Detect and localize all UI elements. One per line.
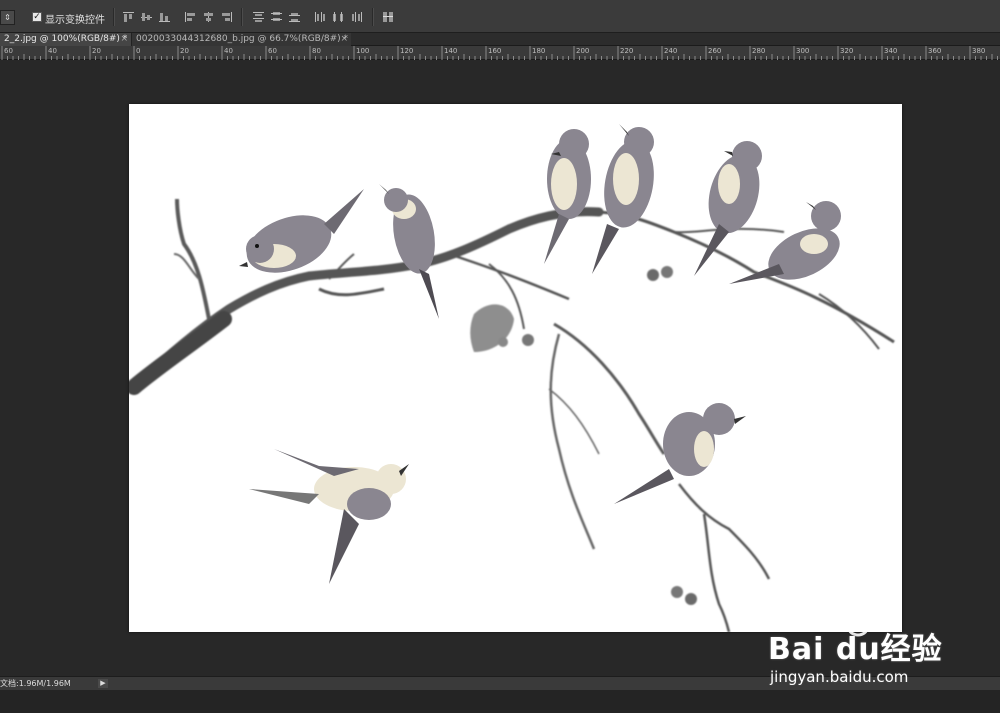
- tab-label: 2_2.jpg @ 100%(RGB/8#) *: [4, 34, 128, 44]
- ruler-tick-label: 360: [928, 47, 942, 55]
- ruler-tick-label: 80: [312, 47, 321, 55]
- ink-painting-birds-on-branch: [129, 124, 895, 632]
- align-horizontal-centers-icon[interactable]: [202, 11, 215, 23]
- ruler-tick-label: 280: [752, 47, 766, 55]
- ruler-tick-label: 180: [532, 47, 546, 55]
- separator: [372, 8, 374, 26]
- ruler-tick-label: 20: [180, 47, 189, 55]
- show-transform-controls-label: 显示变换控件: [45, 15, 105, 26]
- align-top-edges-icon[interactable]: [122, 11, 135, 23]
- distribute-left-edges-icon[interactable]: [314, 11, 327, 23]
- bird-3: [544, 129, 591, 264]
- tab-label: 00200330443126​80_b.jpg @ 66.7%(RGB/8#) …: [136, 34, 349, 44]
- bird-5: [694, 141, 762, 276]
- distribute-bottom-edges-icon[interactable]: [288, 11, 301, 23]
- bird-2: [379, 184, 439, 319]
- ruler-tick-label: 240: [664, 47, 678, 55]
- distribute-horizontal-centers-icon[interactable]: [332, 11, 345, 23]
- ruler-tick-label: 140: [444, 47, 458, 55]
- tab-document-1[interactable]: 2_2.jpg @ 100%(RGB/8#) * ×: [0, 33, 131, 46]
- align-vertical-centers-icon[interactable]: [140, 11, 153, 23]
- document-canvas[interactable]: [129, 104, 902, 632]
- ruler-tick-label: 0: [136, 47, 141, 55]
- close-icon[interactable]: ×: [340, 33, 348, 46]
- watermark-brand: Bai du经验: [768, 632, 943, 667]
- ruler-tick-label: 40: [224, 47, 233, 55]
- ruler-tick-label: 380: [972, 47, 986, 55]
- align-left-edges-icon[interactable]: [184, 11, 197, 23]
- ruler-tick-label: 220: [620, 47, 634, 55]
- bird-8: [614, 403, 746, 504]
- ruler-tick-label: 340: [884, 47, 898, 55]
- distribute-vertical-centers-icon[interactable]: [270, 11, 283, 23]
- ruler-tick-label: 260: [708, 47, 722, 55]
- document-size-readout: 文档:1.96M/1.96M: [0, 679, 71, 688]
- distribute-top-edges-icon[interactable]: [252, 11, 265, 23]
- options-bar: ⇕ ✓ 显示变换控件: [0, 0, 1000, 33]
- status-menu-arrow-icon[interactable]: ▶: [98, 679, 108, 688]
- baidu-watermark: Bai du经验 jingyan.baidu.com: [760, 602, 960, 694]
- document-tab-bar: 2_2.jpg @ 100%(RGB/8#) * × 0020033044312…: [0, 33, 1000, 46]
- canvas-workspace[interactable]: [0, 60, 1000, 676]
- watermark-url: jingyan.baidu.com: [770, 668, 909, 686]
- separator: [241, 8, 243, 26]
- ruler-tick-label: 300: [796, 47, 810, 55]
- ruler-tick-label: 60: [268, 47, 277, 55]
- ruler-tick-label: 320: [840, 47, 854, 55]
- bird-7-flying: [249, 449, 409, 584]
- ruler-tick-label: 160: [488, 47, 502, 55]
- ruler-tick-label: 100: [356, 47, 370, 55]
- distribute-right-edges-icon[interactable]: [350, 11, 363, 23]
- ruler-tick-label: 200: [576, 47, 590, 55]
- align-right-edges-icon[interactable]: [220, 11, 233, 23]
- bird-4: [592, 124, 654, 274]
- ruler-tick-label: 120: [400, 47, 414, 55]
- separator: [113, 8, 115, 26]
- ruler-tick-label: 40: [48, 47, 57, 55]
- horizontal-ruler[interactable]: 60 40 20 0 20 40 60 80 100 120 140 160 180 200 220 240 2…: [0, 46, 1000, 60]
- ruler-tick-label: 20: [92, 47, 101, 55]
- align-bottom-edges-icon[interactable]: [158, 11, 171, 23]
- close-icon[interactable]: ×: [120, 33, 128, 46]
- auto-align-layers-icon[interactable]: [382, 11, 395, 23]
- tool-preset-dropdown[interactable]: ⇕: [0, 10, 15, 25]
- tab-document-2[interactable]: 00200330443126​80_b.jpg @ 66.7%(RGB/8#) …: [131, 33, 351, 46]
- ruler-tick-label: 60: [4, 47, 13, 55]
- show-transform-controls-checkbox[interactable]: ✓: [32, 12, 42, 22]
